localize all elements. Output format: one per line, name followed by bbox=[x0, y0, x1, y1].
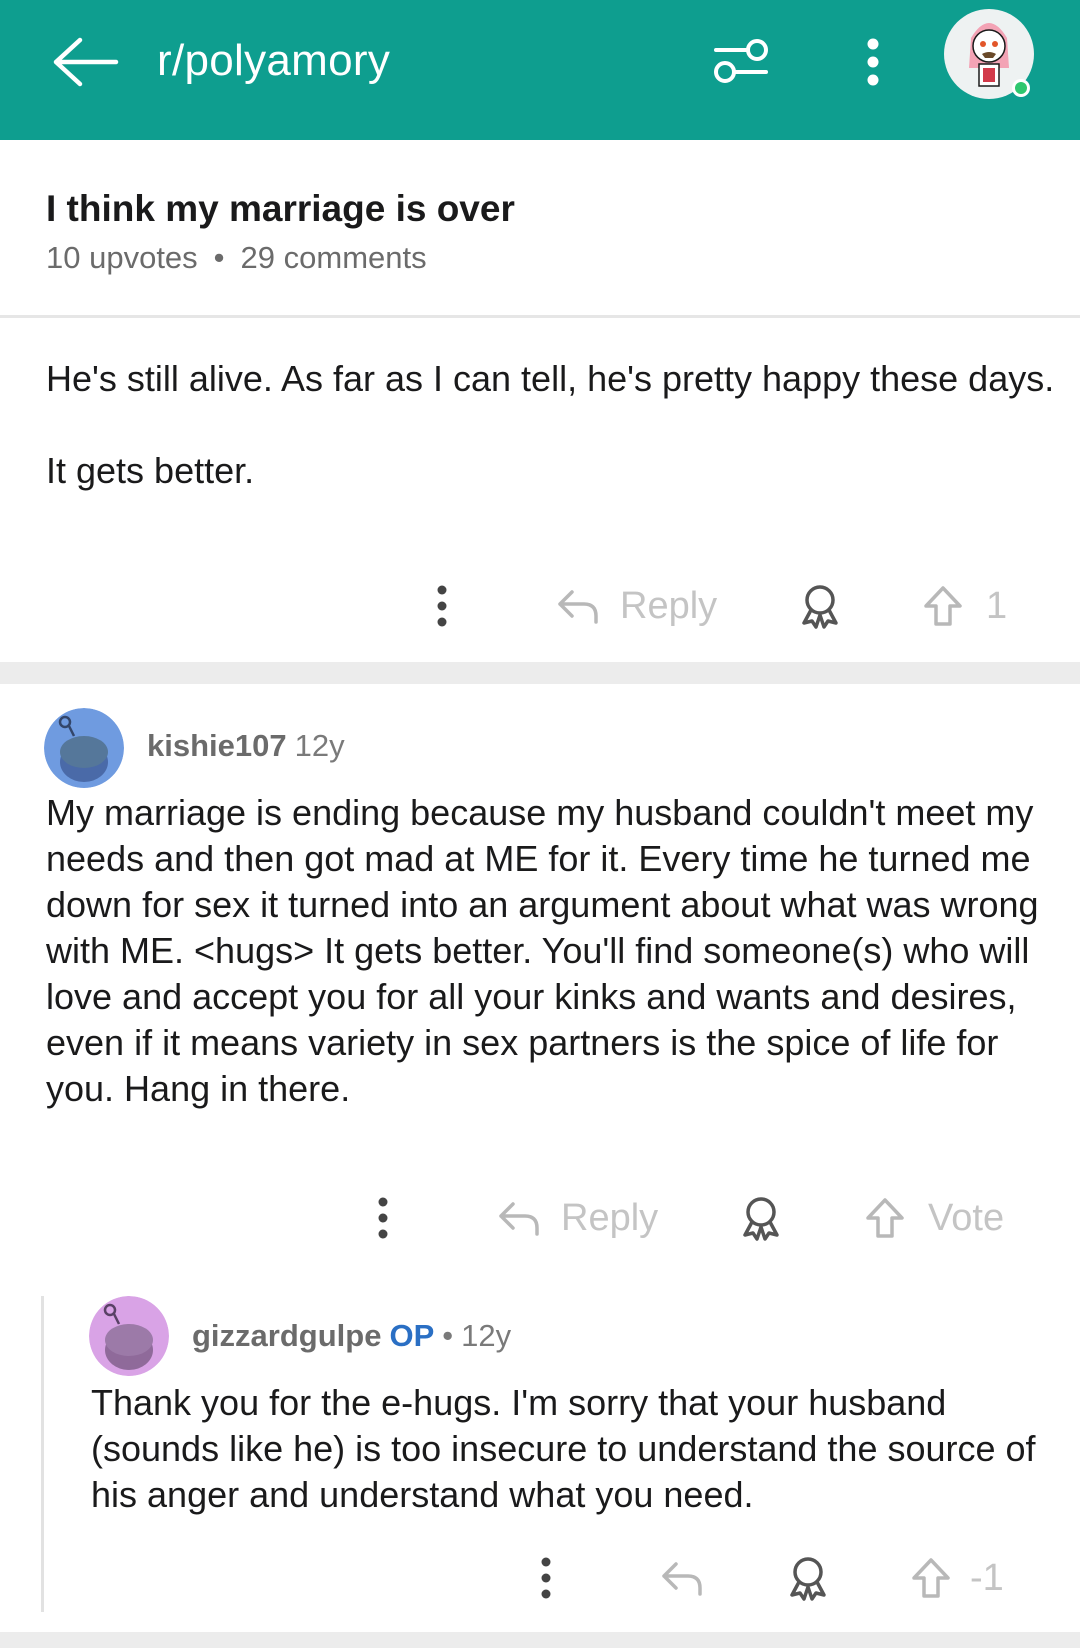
post-meta: 10 upvotes • 29 comments bbox=[46, 240, 427, 276]
avatar[interactable] bbox=[44, 708, 124, 788]
more-vertical-icon[interactable] bbox=[369, 1188, 397, 1248]
vote-count: -1 bbox=[970, 1556, 1004, 1599]
more-vertical-icon[interactable] bbox=[858, 32, 888, 92]
username[interactable]: kishie107 bbox=[147, 728, 287, 763]
comment-body: He's still alive. As far as I can tell, … bbox=[46, 356, 1056, 494]
post-title[interactable]: I think my marriage is over bbox=[46, 188, 515, 230]
meta-separator: • bbox=[213, 240, 225, 275]
meta-separator: • bbox=[442, 1318, 454, 1353]
section-divider bbox=[0, 662, 1080, 684]
upvote-count: 10 upvotes bbox=[46, 240, 198, 275]
reply-button[interactable]: Reply bbox=[556, 576, 717, 636]
avatar[interactable] bbox=[89, 1296, 169, 1376]
comment-author[interactable]: kishie107 12y bbox=[147, 728, 345, 764]
comment-author[interactable]: gizzardgulpe OP • 12y bbox=[192, 1318, 511, 1354]
comment-body: My marriage is ending because my husband… bbox=[46, 792, 1039, 1109]
more-vertical-icon[interactable] bbox=[532, 1548, 560, 1608]
comment-age: 12y bbox=[461, 1318, 512, 1353]
upvote-icon bbox=[912, 1558, 950, 1598]
reply-button[interactable] bbox=[660, 1548, 704, 1608]
comment-body: Thank you for the e-hugs. I'm sorry that… bbox=[91, 1382, 1036, 1515]
upvote-icon bbox=[866, 1198, 904, 1238]
comment-count: 29 comments bbox=[240, 240, 427, 275]
upvote-button[interactable]: Vote bbox=[864, 1188, 1004, 1248]
award-button[interactable] bbox=[786, 1548, 830, 1608]
comment-paragraph: He's still alive. As far as I can tell, … bbox=[46, 358, 1055, 399]
op-badge: OP bbox=[389, 1318, 435, 1353]
upvote-icon bbox=[924, 586, 962, 626]
more-vertical-icon[interactable] bbox=[428, 576, 456, 636]
comment-actions: -1 bbox=[0, 1548, 1080, 1608]
reply-label: Reply bbox=[620, 584, 718, 627]
upvote-button[interactable]: -1 bbox=[910, 1548, 1004, 1608]
section-divider bbox=[0, 1632, 1080, 1648]
award-button[interactable] bbox=[798, 576, 842, 636]
post-header[interactable]: I think my marriage is over 10 upvotes • 2… bbox=[0, 140, 1080, 318]
subreddit-title[interactable]: r/polyamory bbox=[157, 36, 390, 86]
vote-count: 1 bbox=[986, 584, 1008, 627]
comment-paragraph: It gets better. bbox=[46, 450, 255, 491]
award-icon bbox=[802, 585, 838, 629]
reply-icon bbox=[499, 1202, 539, 1236]
app-bar: r/polyamory bbox=[0, 0, 1080, 140]
back-arrow-icon[interactable] bbox=[48, 32, 124, 92]
vote-label: Vote bbox=[928, 1196, 1005, 1239]
comment-age: 12y bbox=[294, 728, 345, 763]
reply-label: Reply bbox=[561, 1196, 659, 1239]
reply-icon bbox=[662, 1562, 702, 1596]
user-avatar[interactable] bbox=[943, 8, 1035, 100]
reply-button[interactable]: Reply bbox=[497, 1188, 658, 1248]
award-icon bbox=[743, 1197, 779, 1241]
comment-actions: Reply Vote bbox=[0, 1188, 1080, 1248]
award-button[interactable] bbox=[739, 1188, 783, 1248]
comment-actions: Reply 1 bbox=[0, 576, 1080, 636]
username[interactable]: gizzardgulpe bbox=[192, 1318, 381, 1353]
award-icon bbox=[790, 1557, 826, 1601]
upvote-button[interactable]: 1 bbox=[922, 576, 1007, 636]
filter-icon[interactable] bbox=[712, 36, 770, 86]
reply-icon bbox=[558, 590, 598, 624]
